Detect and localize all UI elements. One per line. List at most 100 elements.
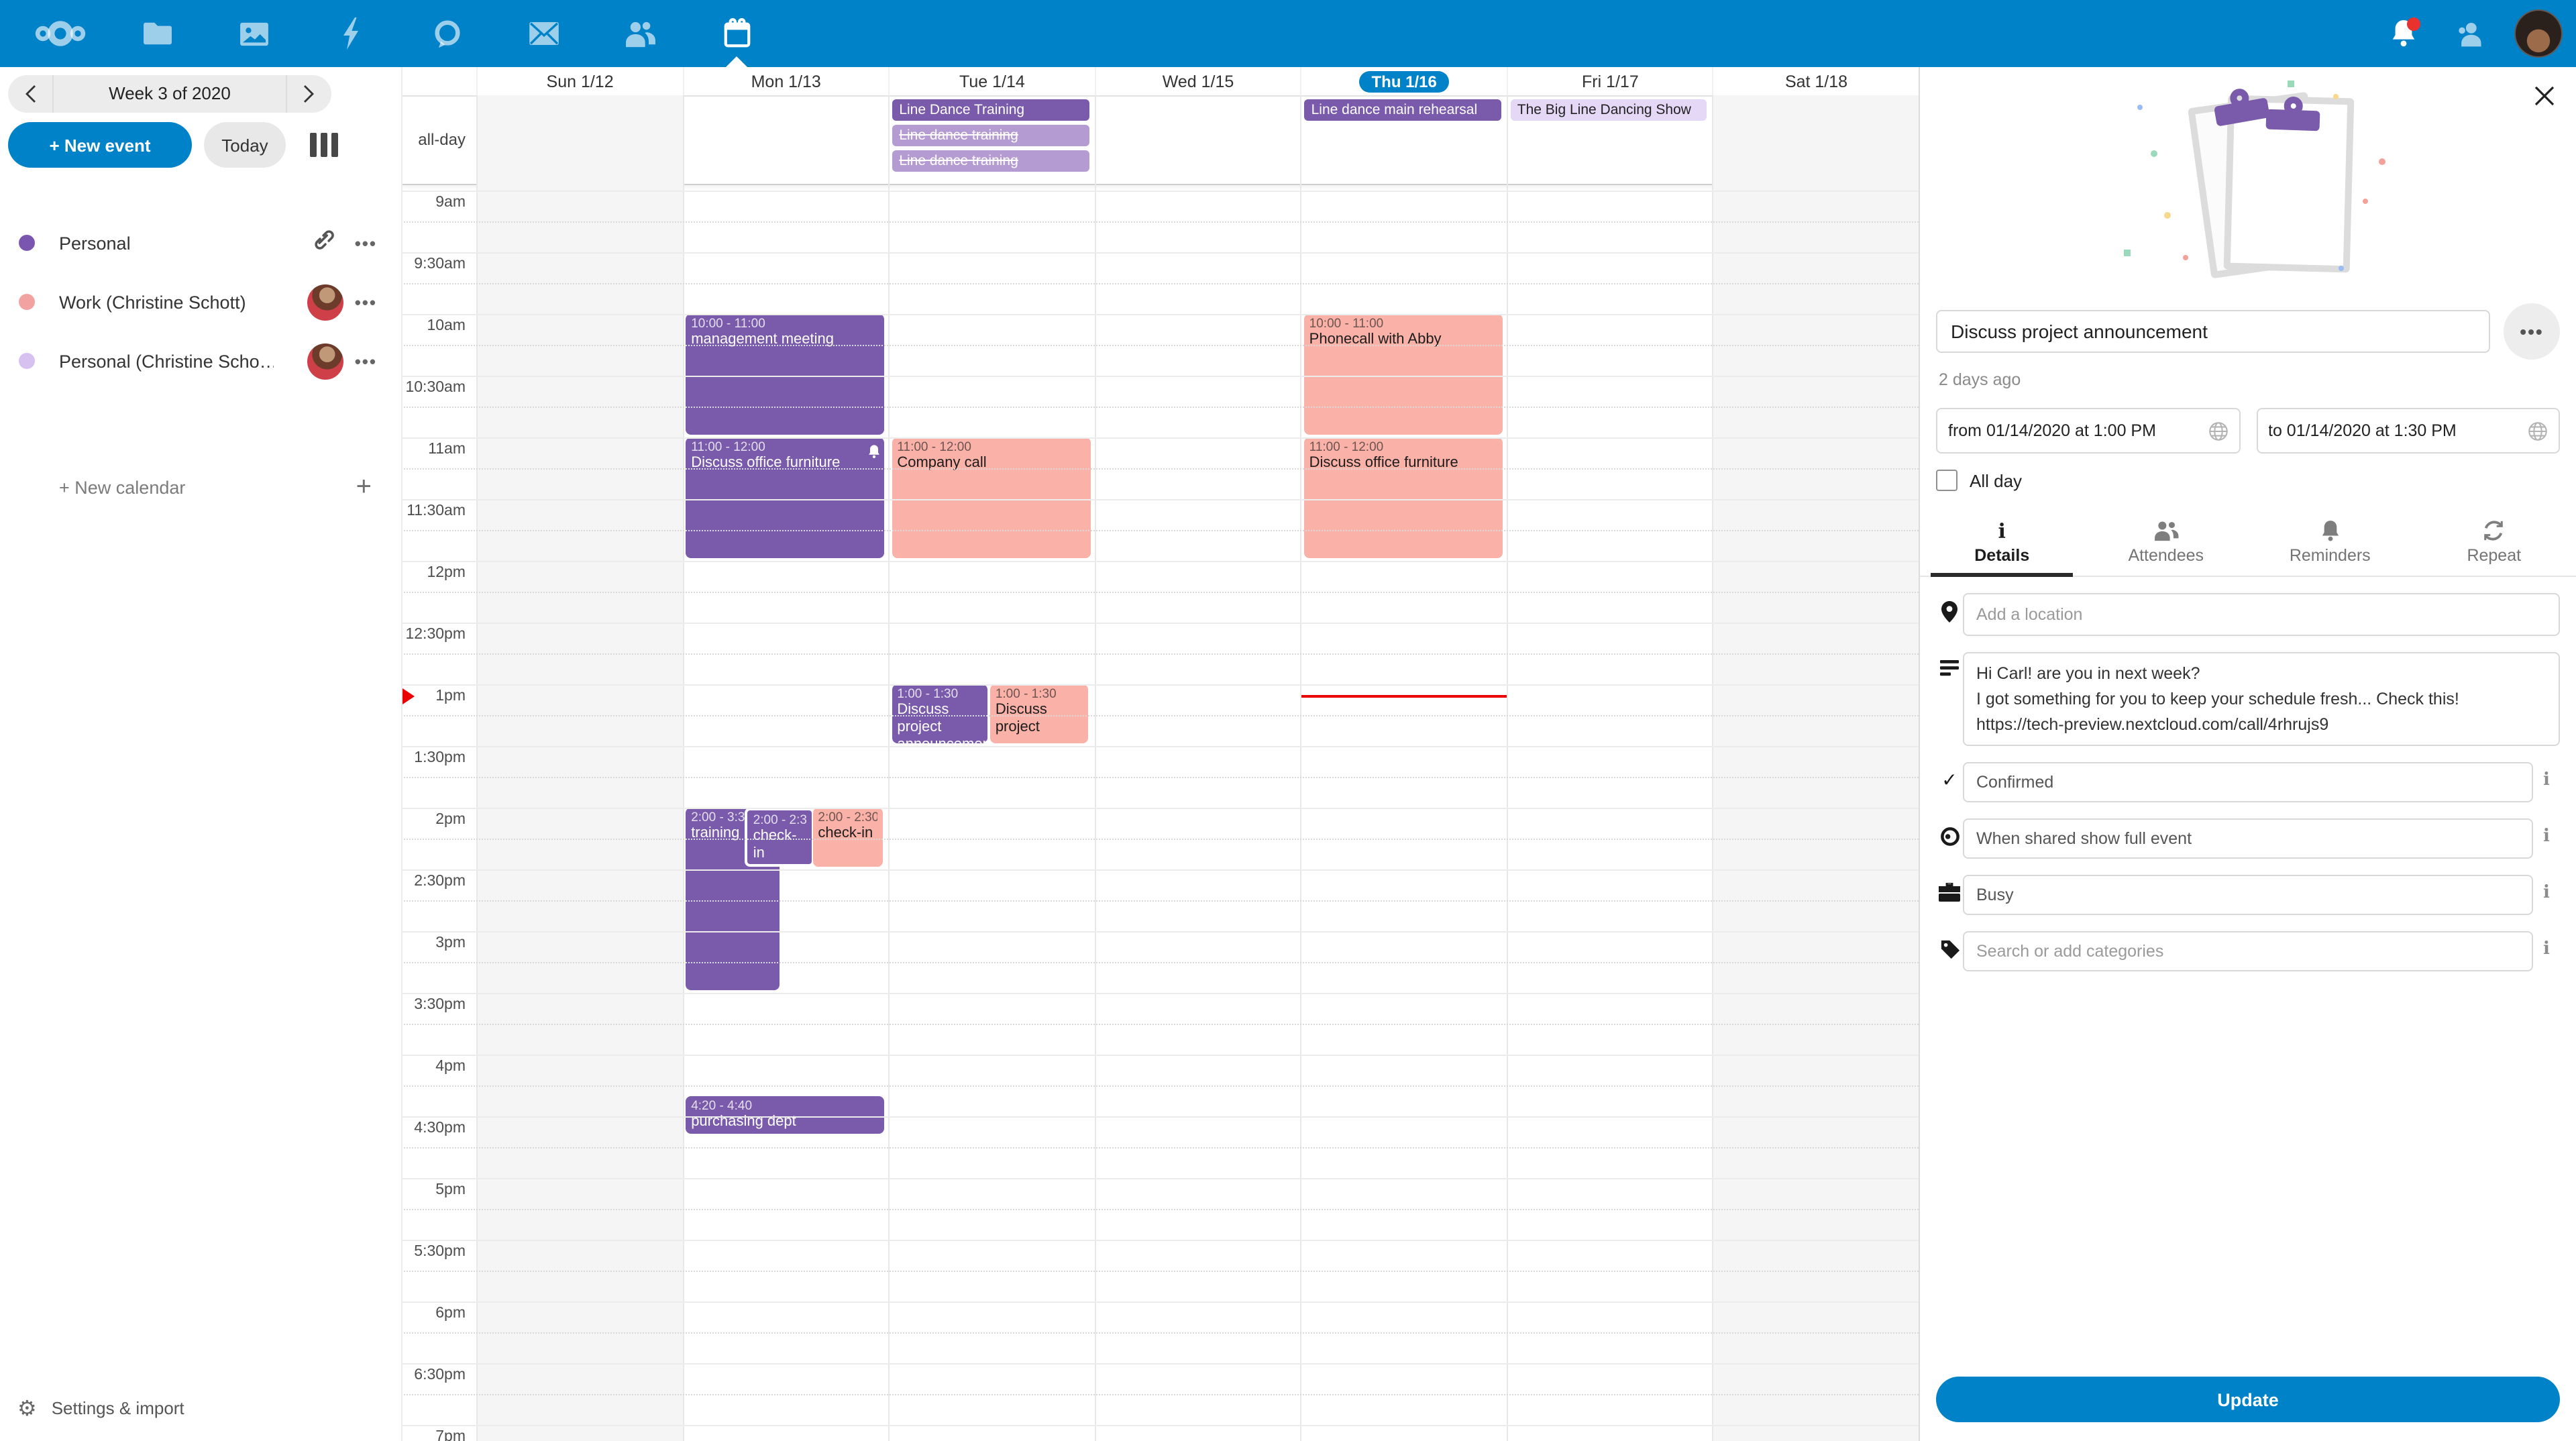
event-time: 2:00 - 2:30 xyxy=(818,810,877,825)
active-app-indicator xyxy=(726,56,747,67)
day-column[interactable] xyxy=(1713,184,1919,1441)
tab-repeat[interactable]: Repeat xyxy=(2412,513,2576,576)
notifications-bell-icon[interactable] xyxy=(2380,11,2426,56)
current-time-line xyxy=(1302,694,1507,697)
calendar-menu-icon[interactable]: ••• xyxy=(355,233,377,253)
time-axis-label: 2:30pm xyxy=(401,873,466,890)
tab-attendees[interactable]: Attendees xyxy=(2084,513,2249,576)
plus-icon: + xyxy=(356,472,372,502)
day-column[interactable] xyxy=(476,184,682,1441)
all-day-column[interactable] xyxy=(1713,95,1919,184)
contacts-people-icon[interactable] xyxy=(612,0,668,67)
day-column[interactable]: 10:00 - 11:00management meeting11:00 - 1… xyxy=(682,184,888,1441)
categories-input[interactable]: Search or add categories xyxy=(1963,932,2533,972)
time-grid[interactable]: 10:00 - 11:00management meeting11:00 - 1… xyxy=(401,184,1919,1441)
day-header[interactable]: Sat 1/18 xyxy=(1713,67,1919,95)
update-button[interactable]: Update xyxy=(1936,1377,2560,1422)
info-icon: i xyxy=(1920,518,2084,542)
week-label[interactable]: Week 3 of 2020 xyxy=(52,75,287,113)
all-day-checkbox[interactable] xyxy=(1936,470,1957,491)
calendar-menu-icon[interactable]: ••• xyxy=(355,351,377,371)
timezone-globe-icon[interactable] xyxy=(2528,421,2548,441)
reminder-bell-icon xyxy=(868,441,880,466)
today-button[interactable]: Today xyxy=(204,122,286,168)
previous-week-button[interactable] xyxy=(8,75,52,113)
event-title-input[interactable] xyxy=(1936,310,2490,353)
day-column[interactable]: 11:00 - 12:00Company call 1:00 - 1:30Disc… xyxy=(888,184,1094,1441)
event-chip[interactable]: 10:00 - 11:00Phonecall with Abby xyxy=(1304,314,1503,435)
day-column[interactable] xyxy=(1094,184,1300,1441)
day-header[interactable]: Thu 1/16 xyxy=(1301,67,1507,95)
visibility-select[interactable]: When shared show full event xyxy=(1963,819,2533,859)
contacts-menu-icon[interactable] xyxy=(2447,11,2493,56)
event-time: 1:00 - 1:30 xyxy=(897,687,982,702)
user-avatar[interactable] xyxy=(2514,9,2563,58)
share-link-icon[interactable] xyxy=(313,228,336,258)
calendar-list-item[interactable]: Personal••• xyxy=(0,223,401,263)
tab-reminders[interactable]: Reminders xyxy=(2248,513,2412,576)
day-column[interactable]: 10:00 - 11:00Phonecall with Abby11:00 - … xyxy=(1301,184,1507,1441)
timezone-globe-icon[interactable] xyxy=(2208,421,2228,441)
event-chip[interactable]: 1:00 - 1:30Discuss project announcement xyxy=(892,684,987,743)
start-datetime-field[interactable]: from 01/14/2020 at 1:00 PM xyxy=(1936,408,2240,453)
all-day-column[interactable]: The Big Line Dancing Show xyxy=(1507,95,1713,184)
availability-info-icon[interactable]: i xyxy=(2533,884,2560,904)
location-input[interactable] xyxy=(1963,593,2560,636)
location-pin-icon xyxy=(1936,601,1963,623)
all-day-event-chip[interactable]: Line dance main rehearsal xyxy=(1305,99,1501,121)
nextcloud-logo-icon[interactable] xyxy=(32,0,89,67)
end-datetime-field[interactable]: to 01/14/2020 at 1:30 PM xyxy=(2256,408,2560,453)
tab-details[interactable]: i Details xyxy=(1920,513,2084,576)
week-navigation: Week 3 of 2020 xyxy=(8,75,331,113)
status-info-icon[interactable]: i xyxy=(2533,771,2560,791)
all-day-event-chip[interactable]: Line Dance Training xyxy=(892,99,1089,121)
week-view-icon[interactable] xyxy=(310,133,338,157)
all-day-column[interactable]: Line dance main rehearsal xyxy=(1301,95,1507,184)
event-chip[interactable]: 11:00 - 12:00Company call xyxy=(892,437,1090,558)
day-header[interactable]: Fri 1/17 xyxy=(1507,67,1713,95)
time-axis-label: 3:30pm xyxy=(401,997,466,1013)
description-textarea[interactable]: Hi Carl! are you in next week? I got som… xyxy=(1963,652,2560,747)
all-day-event-chip[interactable]: The Big Line Dancing Show xyxy=(1511,99,1707,121)
event-more-actions-button[interactable]: ••• xyxy=(2504,303,2560,360)
all-day-column[interactable] xyxy=(682,95,888,184)
active-day-pill: Thu 1/16 xyxy=(1360,70,1449,92)
all-day-event-chip[interactable]: Line dance training xyxy=(892,125,1089,146)
calendar-menu-icon[interactable]: ••• xyxy=(355,292,377,312)
event-chip[interactable]: 11:00 - 12:00Discuss office furniture xyxy=(1304,437,1503,558)
calendar-list-item[interactable]: Work (Christine Schott)••• xyxy=(0,282,401,322)
all-day-column[interactable] xyxy=(476,95,682,184)
visibility-row: When shared show full event i xyxy=(1936,819,2560,859)
new-calendar-button[interactable]: + New calendar + xyxy=(0,467,401,507)
all-day-column[interactable]: Line Dance Training Line dance training Li… xyxy=(888,95,1094,184)
categories-info-icon[interactable]: i xyxy=(2533,940,2560,960)
day-header[interactable]: Sun 1/12 xyxy=(476,67,682,95)
all-day-column[interactable] xyxy=(1094,95,1300,184)
next-week-button[interactable] xyxy=(287,75,331,113)
mail-envelope-icon[interactable] xyxy=(515,0,572,67)
event-chip[interactable]: 2:00 - 2:30check-in xyxy=(745,808,815,867)
photos-icon[interactable] xyxy=(225,0,282,67)
files-folder-icon[interactable] xyxy=(129,0,185,67)
event-chip[interactable]: 10:00 - 11:00management meeting xyxy=(686,314,884,435)
status-select[interactable]: Confirmed xyxy=(1963,763,2533,803)
event-chip[interactable]: 2:00 - 2:30check-in xyxy=(812,808,882,867)
all-day-checkbox-label[interactable]: All day xyxy=(1970,470,2022,490)
all-day-event-chip[interactable]: Line dance training xyxy=(892,150,1089,172)
visibility-info-icon[interactable]: i xyxy=(2533,827,2560,847)
day-header[interactable]: Mon 1/13 xyxy=(682,67,888,95)
event-chip[interactable]: 1:00 - 1:30Discuss project xyxy=(990,684,1088,743)
talk-bubble-icon[interactable] xyxy=(419,0,475,67)
new-event-button[interactable]: + New event xyxy=(8,122,192,168)
settings-import-button[interactable]: ⚙ Settings & import xyxy=(0,1390,401,1425)
event-chip[interactable]: 11:00 - 12:00Discuss office furniture xyxy=(686,437,884,558)
event-chip[interactable]: 4:20 - 4:40purchasing dept xyxy=(686,1096,884,1134)
calendar-list-item[interactable]: Personal (Christine Scho…••• xyxy=(0,341,401,381)
calendar-icon[interactable] xyxy=(708,0,765,67)
activity-bolt-icon[interactable] xyxy=(322,0,378,67)
time-axis-label: 5:30pm xyxy=(401,1244,466,1260)
day-header[interactable]: Wed 1/15 xyxy=(1094,67,1300,95)
day-header[interactable]: Tue 1/14 xyxy=(888,67,1094,95)
availability-select[interactable]: Busy xyxy=(1963,875,2533,916)
day-column[interactable] xyxy=(1507,184,1713,1441)
